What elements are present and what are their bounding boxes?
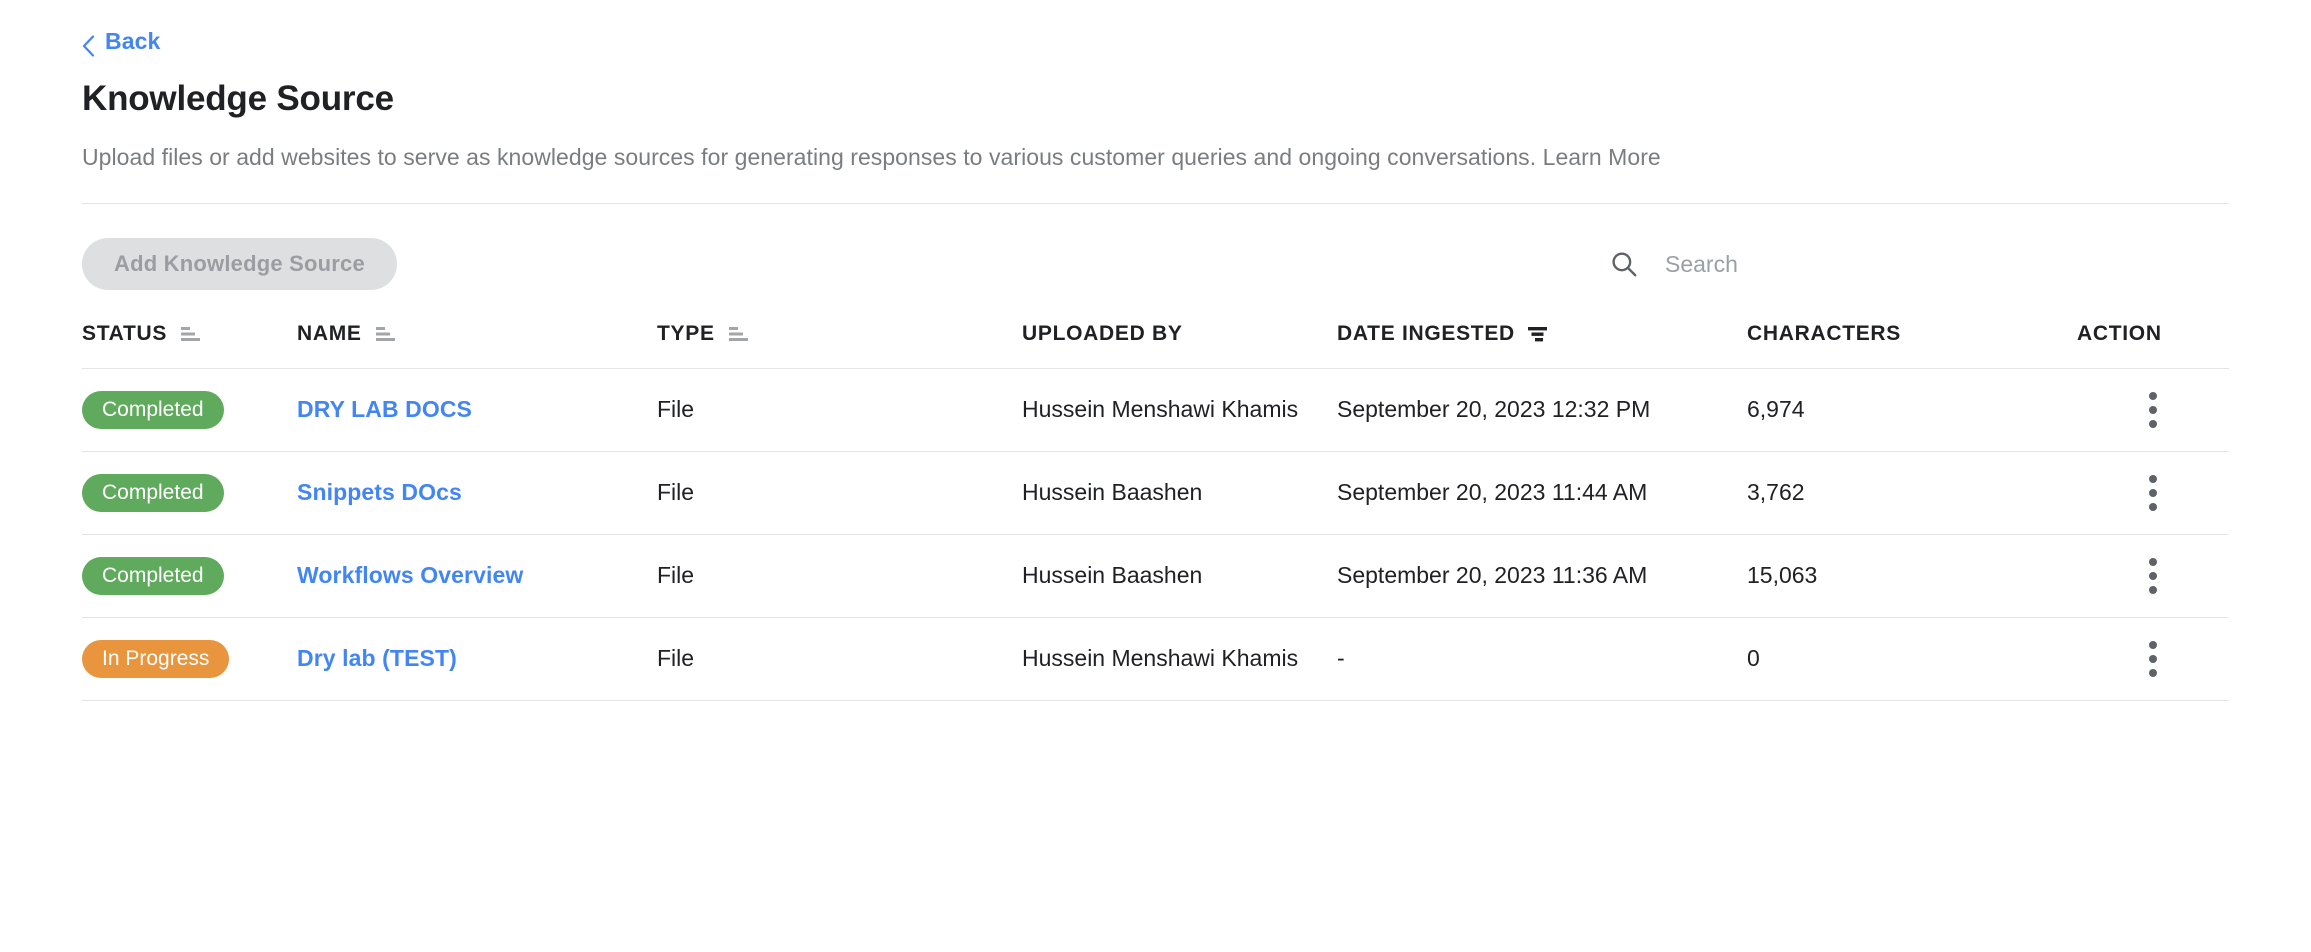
cell-date-ingested: September 20, 2023 12:32 PM xyxy=(1337,369,1747,452)
cell-characters: 3,762 xyxy=(1747,452,2077,535)
cell-action xyxy=(2077,618,2229,701)
column-header-status[interactable]: STATUS xyxy=(82,322,297,369)
table-row: Completed Snippets DOcs File Hussein Baa… xyxy=(82,452,2229,535)
cell-name: Dry lab (TEST) xyxy=(297,618,657,701)
column-header-name-label: NAME xyxy=(297,322,362,346)
knowledge-source-table: STATUS NAME xyxy=(82,322,2229,701)
column-header-action-label: ACTION xyxy=(2077,322,2162,346)
sort-icon[interactable] xyxy=(727,325,749,343)
column-header-status-label: STATUS xyxy=(82,322,167,346)
table-header-row: STATUS NAME xyxy=(82,322,2229,369)
table-row: Completed DRY LAB DOCS File Hussein Mens… xyxy=(82,369,2229,452)
sort-icon-active[interactable] xyxy=(1527,325,1549,343)
status-badge: In Progress xyxy=(82,640,229,678)
table-row: In Progress Dry lab (TEST) File Hussein … xyxy=(82,618,2229,701)
cell-date-ingested: September 20, 2023 11:36 AM xyxy=(1337,535,1747,618)
cell-type: File xyxy=(657,618,1022,701)
more-vertical-icon[interactable] xyxy=(2149,558,2157,594)
cell-date-ingested: - xyxy=(1337,618,1747,701)
knowledge-source-link[interactable]: DRY LAB DOCS xyxy=(297,396,472,422)
cell-date-ingested: September 20, 2023 11:44 AM xyxy=(1337,452,1747,535)
cell-action xyxy=(2077,369,2229,452)
sort-icon[interactable] xyxy=(179,325,201,343)
more-vertical-icon[interactable] xyxy=(2149,641,2157,677)
table-row: Completed Workflows Overview File Hussei… xyxy=(82,535,2229,618)
cell-type: File xyxy=(657,535,1022,618)
cell-characters: 6,974 xyxy=(1747,369,2077,452)
learn-more-link[interactable]: Learn More xyxy=(1543,144,1661,170)
cell-type: File xyxy=(657,369,1022,452)
sort-icon[interactable] xyxy=(374,325,396,343)
column-header-type-label: TYPE xyxy=(657,322,715,346)
page-description-text: Upload files or add websites to serve as… xyxy=(82,144,1536,170)
status-badge: Completed xyxy=(82,391,224,429)
cell-status: Completed xyxy=(82,452,297,535)
cell-characters: 15,063 xyxy=(1747,535,2077,618)
cell-status: Completed xyxy=(82,535,297,618)
column-header-characters: CHARACTERS xyxy=(1747,322,2077,369)
column-header-uploaded-by: UPLOADED BY xyxy=(1022,322,1337,369)
page-title: Knowledge Source xyxy=(82,79,2229,119)
more-vertical-icon[interactable] xyxy=(2149,392,2157,428)
search-input[interactable] xyxy=(1665,251,2229,278)
back-link-label: Back xyxy=(105,28,160,55)
column-header-type[interactable]: TYPE xyxy=(657,322,1022,369)
cell-name: Workflows Overview xyxy=(297,535,657,618)
table-toolbar: Add Knowledge Source xyxy=(82,238,2229,290)
header-divider xyxy=(82,203,2229,204)
table-header: STATUS NAME xyxy=(82,322,2229,369)
knowledge-source-link[interactable]: Workflows Overview xyxy=(297,562,523,588)
cell-characters: 0 xyxy=(1747,618,2077,701)
cell-action xyxy=(2077,452,2229,535)
back-link[interactable]: Back xyxy=(82,0,160,55)
cell-name: Snippets DOcs xyxy=(297,452,657,535)
search-icon xyxy=(1609,249,1639,279)
cell-uploaded-by: Hussein Baashen xyxy=(1022,452,1337,535)
cell-name: DRY LAB DOCS xyxy=(297,369,657,452)
knowledge-source-page: Back Knowledge Source Upload files or ad… xyxy=(0,0,2311,701)
status-badge: Completed xyxy=(82,557,224,595)
knowledge-source-link[interactable]: Dry lab (TEST) xyxy=(297,645,457,671)
search-box xyxy=(1609,249,2229,279)
column-header-uploaded-by-label: UPLOADED BY xyxy=(1022,322,1183,346)
cell-uploaded-by: Hussein Baashen xyxy=(1022,535,1337,618)
page-description: Upload files or add websites to serve as… xyxy=(82,144,2229,171)
column-header-action: ACTION xyxy=(2077,322,2229,369)
table-body: Completed DRY LAB DOCS File Hussein Mens… xyxy=(82,369,2229,701)
more-vertical-icon[interactable] xyxy=(2149,475,2157,511)
chevron-left-icon xyxy=(82,35,95,48)
cell-uploaded-by: Hussein Menshawi Khamis xyxy=(1022,369,1337,452)
cell-action xyxy=(2077,535,2229,618)
cell-status: Completed xyxy=(82,369,297,452)
knowledge-source-link[interactable]: Snippets DOcs xyxy=(297,479,462,505)
column-header-date-ingested-label: DATE INGESTED xyxy=(1337,322,1515,346)
column-header-characters-label: CHARACTERS xyxy=(1747,322,1901,346)
add-knowledge-source-button[interactable]: Add Knowledge Source xyxy=(82,238,397,290)
cell-uploaded-by: Hussein Menshawi Khamis xyxy=(1022,618,1337,701)
cell-status: In Progress xyxy=(82,618,297,701)
column-header-name[interactable]: NAME xyxy=(297,322,657,369)
cell-type: File xyxy=(657,452,1022,535)
column-header-date-ingested[interactable]: DATE INGESTED xyxy=(1337,322,1747,369)
status-badge: Completed xyxy=(82,474,224,512)
